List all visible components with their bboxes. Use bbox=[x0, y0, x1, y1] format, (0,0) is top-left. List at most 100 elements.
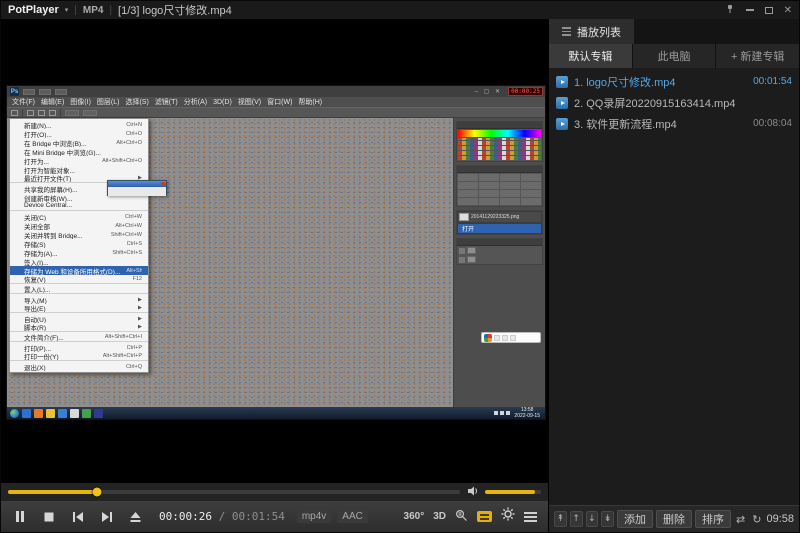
ps-file-menu-item[interactable]: 打印(P)...Ctrl+P bbox=[10, 343, 148, 352]
titlebar-divider: | bbox=[74, 5, 77, 16]
ps-menu-item[interactable]: 视图(V) bbox=[238, 97, 261, 107]
ps-menu-item[interactable]: 分析(A) bbox=[184, 97, 207, 107]
ps-application-bar: Ps – ▢ ✕ bbox=[7, 86, 545, 97]
ps-floating-dialog bbox=[107, 180, 167, 196]
layer-row[interactable] bbox=[457, 246, 542, 255]
album-tab[interactable]: 默认专辑 bbox=[549, 44, 632, 68]
playlist-tab[interactable]: 播放列表 bbox=[549, 19, 634, 44]
layer-row[interactable] bbox=[457, 255, 542, 264]
delete-button[interactable]: 删除 bbox=[656, 510, 692, 528]
ps-file-menu: 新建(N)...Ctrl+N 打开(O)...Ctrl+O 在 Bridge 中… bbox=[9, 118, 149, 373]
time-display: 00:00:26 / 00:01:54 bbox=[159, 510, 285, 523]
next-button[interactable] bbox=[92, 504, 121, 529]
ps-file-menu-item[interactable]: 新建(N)...Ctrl+N bbox=[10, 120, 148, 129]
playlist-item[interactable]: 3. 软件更新流程.mp4 00:08:04 bbox=[549, 113, 799, 134]
ps-menu-item[interactable]: 帮助(H) bbox=[298, 97, 322, 107]
app-menu-caret-icon[interactable]: ▾ bbox=[65, 6, 69, 14]
taskbar-app-icon bbox=[58, 409, 67, 418]
ps-menu-item[interactable]: 图像(I) bbox=[70, 97, 91, 107]
layer-visibility-icon[interactable] bbox=[459, 248, 465, 254]
volume-icon[interactable] bbox=[468, 483, 480, 501]
video-display-area[interactable]: 00:00:25 Ps – ▢ ✕ 文件(F)编辑(E)图像(I)图层(L)选择… bbox=[1, 19, 548, 483]
color-ramp bbox=[458, 130, 541, 137]
open-button[interactable]: 打开 bbox=[458, 224, 541, 233]
ps-file-menu-item[interactable]: 导入(M)▶ bbox=[10, 295, 148, 304]
playlist-item[interactable]: 1. logo尺寸修改.mp4 00:01:54 bbox=[549, 71, 799, 92]
sogou-logo-icon bbox=[484, 334, 492, 342]
seek-row bbox=[1, 483, 548, 501]
settings-gear-icon[interactable] bbox=[501, 507, 515, 526]
ps-menu-item[interactable]: 窗口(W) bbox=[267, 97, 292, 107]
volume-slider[interactable] bbox=[485, 490, 541, 494]
repeat-icon[interactable]: ↻ bbox=[750, 511, 763, 527]
vr-360-button[interactable]: 360° bbox=[404, 511, 425, 522]
album-tab[interactable]: + 新建专辑 bbox=[716, 44, 799, 68]
pause-button[interactable] bbox=[5, 504, 34, 529]
seek-handle[interactable] bbox=[93, 488, 102, 497]
album-tab[interactable]: 此电脑 bbox=[633, 44, 716, 68]
taskbar-app-icon bbox=[70, 409, 79, 418]
close-button[interactable]: ✕ bbox=[784, 5, 792, 16]
ps-file-menu-item[interactable]: 导出(E)▶ bbox=[10, 304, 148, 313]
ps-file-menu-item[interactable]: 打印一份(Y)Alt+Shift+Ctrl+P bbox=[10, 352, 148, 361]
ps-adjustments-panel bbox=[456, 165, 543, 207]
3d-mode-button[interactable]: 3D bbox=[433, 511, 446, 522]
ime-settings-icon[interactable] bbox=[510, 335, 516, 341]
ps-file-menu-item[interactable]: 在 Mini Bridge 中浏览(G)... bbox=[10, 147, 148, 156]
ps-file-menu-item[interactable]: 脚本(R)▶ bbox=[10, 323, 148, 332]
playlist-item[interactable]: 2. QQ录屏20220915163414.mp4 bbox=[549, 92, 799, 113]
ps-file-menu-item[interactable]: 关闭(C)Ctrl+W bbox=[10, 212, 148, 221]
ps-file-menu-item[interactable]: 打开(O)...Ctrl+O bbox=[10, 129, 148, 138]
ime-mode-icon[interactable] bbox=[494, 335, 500, 341]
add-button[interactable]: 添加 bbox=[617, 510, 653, 528]
minimize-button[interactable] bbox=[746, 9, 754, 11]
ps-file-menu-item[interactable]: 退出(X)Ctrl+Q bbox=[10, 362, 148, 371]
maximize-button[interactable] bbox=[765, 7, 773, 14]
ps-file-menu-item[interactable]: 打开为智能对象... bbox=[10, 165, 148, 174]
move-to-top-button[interactable]: ↟ bbox=[554, 511, 567, 527]
layer-visibility-icon[interactable] bbox=[459, 257, 465, 263]
ime-punct-icon[interactable] bbox=[502, 335, 508, 341]
ps-file-menu-item[interactable]: 打开为...Alt+Shift+Ctrl+O bbox=[10, 156, 148, 165]
minibridge-file-row[interactable]: 20141129223325.png bbox=[458, 212, 541, 222]
ps-file-menu-item[interactable]: 恢复(V)F12 bbox=[10, 275, 148, 284]
ps-file-menu-item[interactable]: 自动(U)▶ bbox=[10, 314, 148, 323]
playlist-toolbar: ↟ ↑ ↓ ↡ 添加 删除 排序 ⇄ ↻ 09:58 bbox=[549, 505, 799, 532]
move-down-button[interactable]: ↓ bbox=[586, 511, 599, 527]
sort-button[interactable]: 排序 bbox=[695, 510, 731, 528]
seek-bar[interactable] bbox=[8, 490, 460, 494]
open-eject-button[interactable] bbox=[121, 504, 150, 529]
ps-file-menu-item[interactable]: 存储为(A)...Shift+Ctrl+S bbox=[10, 248, 148, 257]
ps-file-menu-item[interactable]: 文件简介(F)...Alt+Shift+Ctrl+I bbox=[10, 333, 148, 342]
ps-file-menu-item[interactable]: Device Central... bbox=[10, 202, 148, 211]
ps-menu-item[interactable]: 图层(L) bbox=[97, 97, 120, 107]
dialog-close-icon[interactable] bbox=[161, 182, 165, 186]
ps-menu-item[interactable]: 选择(S) bbox=[125, 97, 148, 107]
menu-hamburger-icon[interactable] bbox=[524, 512, 537, 522]
ps-menu-item[interactable]: 3D(D) bbox=[213, 99, 232, 106]
move-up-button[interactable]: ↑ bbox=[570, 511, 583, 527]
media-file-icon bbox=[556, 97, 568, 109]
stop-button[interactable] bbox=[34, 504, 63, 529]
ps-menu-item[interactable]: 文件(F) bbox=[12, 97, 35, 107]
move-to-bottom-button[interactable]: ↡ bbox=[601, 511, 614, 527]
pin-on-top-icon[interactable] bbox=[725, 1, 735, 19]
subtitle-toggle-icon[interactable] bbox=[477, 511, 492, 522]
ps-file-menu-item[interactable]: 关闭并转到 Bridge...Shift+Ctrl+W bbox=[10, 230, 148, 239]
ps-menu-item[interactable]: 编辑(E) bbox=[41, 97, 64, 107]
ps-file-menu-item[interactable]: 置入(L)... bbox=[10, 285, 148, 294]
subtitle-search-icon[interactable] bbox=[455, 508, 468, 526]
taskbar-clock: 13:58 2022-09-15 bbox=[512, 407, 542, 419]
album-tabs: 默认专辑此电脑+ 新建专辑 bbox=[549, 44, 799, 68]
layer-thumbnail bbox=[467, 256, 476, 263]
app-logo[interactable]: PotPlayer bbox=[8, 4, 59, 16]
shuffle-icon[interactable]: ⇄ bbox=[734, 511, 747, 527]
ps-file-menu-item[interactable]: 存储(S)Ctrl+S bbox=[10, 239, 148, 248]
ps-file-menu-item[interactable]: 在 Bridge 中浏览(B)...Alt+Ctrl+O bbox=[10, 138, 148, 147]
ps-file-menu-item[interactable]: 关闭全部Alt+Ctrl+W bbox=[10, 221, 148, 230]
ps-file-menu-item[interactable]: 存储为 Web 和设备所用格式(D)...Alt+Shift+Ctrl+S bbox=[10, 266, 148, 275]
ps-file-menu-item[interactable]: 签入(I)... bbox=[10, 257, 148, 266]
ps-menu-item[interactable]: 滤镜(T) bbox=[155, 97, 178, 107]
previous-button[interactable] bbox=[63, 504, 92, 529]
taskbar-app-icon bbox=[46, 409, 55, 418]
